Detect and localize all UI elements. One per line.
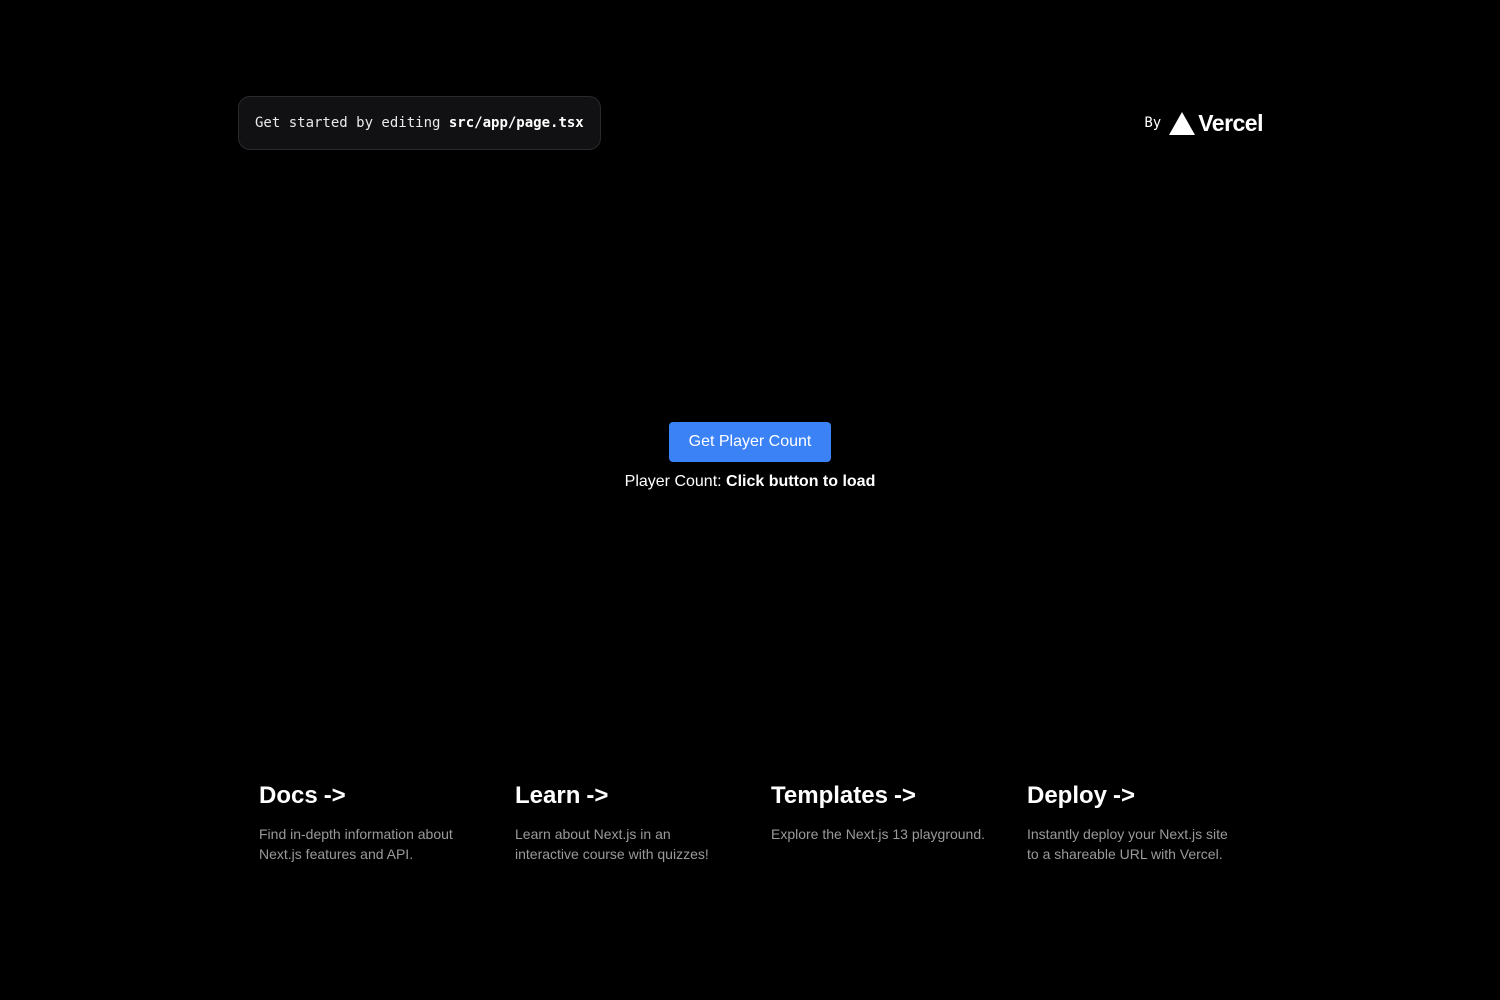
card-docs[interactable]: Docs -> Find in-depth information about … [243,768,499,878]
card-description: Instantly deploy your Next.js site to a … [1027,826,1228,862]
player-count-line: Player Count: Click button to load [625,473,876,491]
by-label: By [1144,115,1162,131]
page: Get started by editing src/app/page.tsx … [0,0,1500,1000]
get-started-banner: Get started by editing src/app/page.tsx [238,96,601,150]
arrow-right-icon: -> [893,782,916,809]
vercel-triangle-icon [1169,111,1196,135]
get-started-text: Get started by editing [255,115,441,131]
card-title: Learn -> [515,782,739,810]
resource-cards: Docs -> Find in-depth information about … [243,768,1267,878]
player-count-value: Click button to load [726,473,876,490]
card-description: Find in-depth information about Next.js … [259,826,453,862]
arrow-right-icon: -> [323,782,346,809]
card-templates[interactable]: Templates -> Explore the Next.js 13 play… [755,768,1011,878]
by-vercel-link[interactable]: By Vercel [1144,108,1263,138]
card-description: Learn about Next.js in an interactive co… [515,826,709,862]
arrow-right-icon: -> [586,782,609,809]
file-path: src/app/page.tsx [448,115,584,131]
card-title: Docs -> [259,782,483,810]
card-title: Templates -> [771,782,995,810]
card-title: Deploy -> [1027,782,1251,810]
card-title-text: Learn [515,782,581,809]
card-learn[interactable]: Learn -> Learn about Next.js in an inter… [499,768,755,878]
card-title-text: Docs [259,782,318,809]
vercel-wordmark: Vercel [1198,109,1263,136]
get-player-count-button[interactable]: Get Player Count [668,422,832,462]
card-title-text: Deploy [1027,782,1108,809]
player-count-section: Get Player Count Player Count: Click but… [0,422,1500,491]
player-count-label: Player Count: [624,473,722,490]
card-deploy[interactable]: Deploy -> Instantly deploy your Next.js … [1011,768,1267,878]
arrow-right-icon: -> [1113,782,1136,809]
card-title-text: Templates [771,782,888,809]
vercel-logo: Vercel [1169,110,1263,137]
card-description: Explore the Next.js 13 playground. [771,826,986,842]
